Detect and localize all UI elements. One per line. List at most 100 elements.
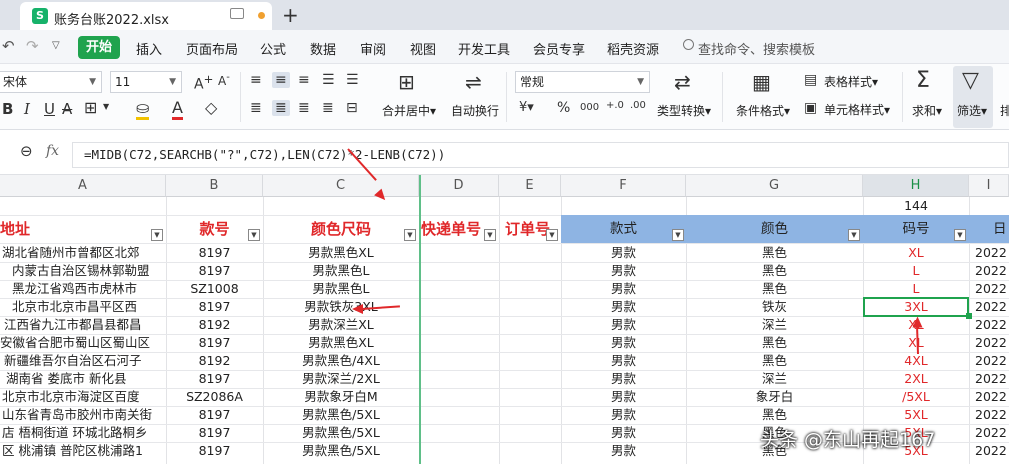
color-size-cell[interactable]: 男款深兰XL xyxy=(263,316,419,334)
color-size-cell[interactable]: 男款黑色/4XL xyxy=(263,352,419,370)
header-date[interactable]: 日 xyxy=(969,215,1009,243)
color-cell[interactable]: 黑色 xyxy=(686,280,863,298)
type-convert-icon[interactable]: ⇄ xyxy=(674,70,691,94)
number-format-select[interactable]: 常规 ▼ xyxy=(515,71,650,93)
border-dropdown-icon[interactable]: ▼ xyxy=(103,102,109,111)
tab-view[interactable]: 视图 xyxy=(410,39,436,58)
address-cell[interactable]: 湖北省随州市曾都区北郊 xyxy=(0,244,166,262)
style-cell[interactable]: 男款 xyxy=(561,316,686,334)
style-cell[interactable]: 男款 xyxy=(561,370,686,388)
style-no-cell[interactable]: 8197 xyxy=(166,442,263,460)
column-header-c[interactable]: C xyxy=(263,175,419,197)
column-header-i[interactable]: I xyxy=(969,175,1009,197)
address-cell[interactable]: 湖南省 娄底市 新化县 xyxy=(0,370,166,388)
address-cell[interactable]: 山东省青岛市胶州市南关街 xyxy=(0,406,166,424)
style-cell[interactable]: 男款 xyxy=(561,244,686,262)
address-cell[interactable]: 黑龙江省鸡西市虎林市 xyxy=(0,280,166,298)
column-header-f[interactable]: F xyxy=(561,175,686,197)
column-header-d[interactable]: D xyxy=(419,175,499,197)
color-size-cell[interactable]: 男款黑色/5XL xyxy=(263,442,419,460)
color-cell[interactable]: 深兰 xyxy=(686,316,863,334)
filter-dropdown-icon[interactable]: ▼ xyxy=(546,229,558,241)
header-address[interactable]: 地址 xyxy=(0,215,166,243)
style-cell[interactable]: 男款 xyxy=(561,406,686,424)
size-cell[interactable]: L xyxy=(863,280,969,298)
grow-font-icon[interactable]: A+ xyxy=(194,72,213,93)
size-cell[interactable]: XL xyxy=(863,244,969,262)
tab-member[interactable]: 会员专享 xyxy=(533,39,585,58)
size-cell[interactable]: L xyxy=(863,262,969,280)
new-tab-plus-icon[interactable]: + xyxy=(282,3,299,27)
style-no-cell[interactable]: SZ1008 xyxy=(166,280,263,298)
filter-dropdown-icon[interactable]: ▼ xyxy=(672,229,684,241)
column-header-b[interactable]: B xyxy=(166,175,263,197)
wrap-text-icon[interactable]: ⇌ xyxy=(465,70,482,94)
table-style-icon[interactable]: ▤ xyxy=(804,72,817,88)
header-color-size[interactable]: 颜色尺码 xyxy=(263,215,419,243)
size-cell[interactable]: /5XL xyxy=(863,388,969,406)
size-cell[interactable]: 4XL xyxy=(863,352,969,370)
align-left-icon[interactable]: ≣ xyxy=(250,100,262,116)
percent-icon[interactable]: % xyxy=(557,100,570,116)
date-cell[interactable]: 2022 xyxy=(969,262,1009,280)
date-cell[interactable]: 2022 xyxy=(969,442,1009,460)
style-cell[interactable]: 男款 xyxy=(561,262,686,280)
date-cell[interactable]: 2022 xyxy=(969,370,1009,388)
filter-dropdown-icon[interactable]: ▼ xyxy=(484,229,496,241)
align-center-icon[interactable]: ≣ xyxy=(272,100,290,116)
date-cell[interactable]: 2022 xyxy=(969,424,1009,442)
zoom-icon[interactable]: ⊖ xyxy=(20,142,33,160)
currency-icon[interactable]: ¥▾ xyxy=(519,100,534,115)
date-cell[interactable]: 2022 xyxy=(969,280,1009,298)
distribute-icon[interactable]: ⊟ xyxy=(346,100,358,116)
conditional-format-icon[interactable]: ▦ xyxy=(752,70,771,94)
thousands-icon[interactable]: 000 xyxy=(580,102,599,113)
align-bottom-icon[interactable]: ≡ xyxy=(298,72,310,88)
column-header-h[interactable]: H xyxy=(863,175,969,197)
style-no-cell[interactable]: 8192 xyxy=(166,316,263,334)
underline-icon[interactable]: U xyxy=(44,100,55,118)
header-color[interactable]: 颜色 xyxy=(686,215,863,243)
address-cell[interactable]: 区 桃浦镇 普陀区桃浦路1 xyxy=(0,442,166,460)
conditional-format-button[interactable]: 条件格式▾ xyxy=(736,102,790,119)
sum-icon[interactable]: Σ xyxy=(916,68,930,93)
size-cell[interactable]: 2XL xyxy=(863,370,969,388)
style-no-cell[interactable]: 8197 xyxy=(166,424,263,442)
header-style[interactable]: 款式 xyxy=(561,215,686,243)
style-cell[interactable]: 男款 xyxy=(561,442,686,460)
address-cell[interactable]: 北京市北京市海淀区百度 xyxy=(0,388,166,406)
color-cell[interactable]: 黑色 xyxy=(686,244,863,262)
summary-count-cell[interactable]: 144 xyxy=(863,197,969,215)
tab-data[interactable]: 数据 xyxy=(310,39,336,58)
style-cell[interactable]: 男款 xyxy=(561,352,686,370)
bold-icon[interactable]: B xyxy=(2,100,13,118)
color-size-cell[interactable]: 男款象牙白M xyxy=(263,388,419,406)
search-icon[interactable] xyxy=(683,39,694,50)
command-search[interactable]: 查找命令、搜索模板 xyxy=(698,39,815,58)
address-cell[interactable]: 安徽省合肥市蜀山区蜀山区 xyxy=(0,334,166,352)
monitor-icon[interactable] xyxy=(230,8,244,19)
color-size-cell[interactable]: 男款黑色XL xyxy=(263,334,419,352)
indent-icon[interactable]: ☰ xyxy=(322,72,335,88)
color-cell[interactable]: 深兰 xyxy=(686,370,863,388)
style-no-cell[interactable]: 8197 xyxy=(166,244,263,262)
tab-docer[interactable]: 稻壳资源 xyxy=(607,39,659,58)
address-cell[interactable]: 新疆维吾尔自治区石河子 xyxy=(0,352,166,370)
date-cell[interactable]: 2022 xyxy=(969,316,1009,334)
sum-button[interactable]: 求和▾ xyxy=(912,102,942,119)
filter-dropdown-icon[interactable]: ▼ xyxy=(151,229,163,241)
redo-icon[interactable]: ↷ xyxy=(26,37,39,55)
style-no-cell[interactable]: 8197 xyxy=(166,370,263,388)
font-color-icon[interactable]: A xyxy=(172,98,183,120)
outdent-icon[interactable]: ☰ xyxy=(346,72,359,88)
strikethrough-icon[interactable]: A xyxy=(62,100,72,118)
filter-button[interactable]: 筛选▾ xyxy=(957,102,987,119)
color-cell[interactable]: 黑色 xyxy=(686,262,863,280)
style-no-cell[interactable]: 8192 xyxy=(166,352,263,370)
justify-icon[interactable]: ≣ xyxy=(322,100,334,116)
merge-center-icon[interactable]: ⊞ xyxy=(398,70,415,94)
fill-handle[interactable] xyxy=(966,313,972,319)
filter-dropdown-icon[interactable]: ▼ xyxy=(404,229,416,241)
cell-style-button[interactable]: 单元格样式▾ xyxy=(824,101,890,118)
date-cell[interactable]: 2022 xyxy=(969,298,1009,316)
